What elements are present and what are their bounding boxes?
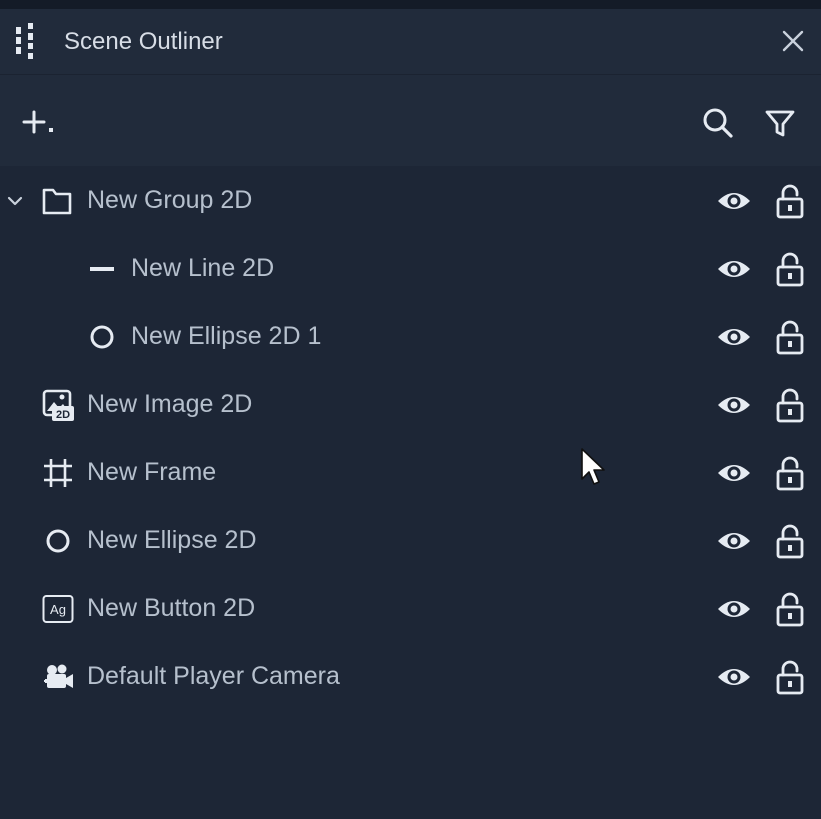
eye-icon[interactable]	[716, 185, 752, 217]
tree-row-new-ellipse-2d[interactable]: New Ellipse 2D	[0, 507, 821, 575]
tree-row-label: New Ellipse 2D	[87, 526, 257, 554]
eye-icon[interactable]	[716, 389, 752, 421]
tree-row-new-frame[interactable]: New Frame	[0, 439, 821, 507]
eye-icon[interactable]	[716, 457, 752, 489]
ellipse-icon	[90, 325, 114, 349]
add-dropdown-icon[interactable]	[20, 107, 60, 137]
search-icon[interactable]	[700, 105, 736, 141]
image-2d-badge: 2D	[56, 409, 70, 421]
panel-grip-icon[interactable]	[14, 23, 40, 59]
image-2d-icon: 2D	[42, 389, 74, 421]
tree-row-label: New Button 2D	[87, 594, 256, 622]
unlocked-icon[interactable]	[774, 387, 806, 423]
tree-row-default-player-camera[interactable]: Default Player Camera	[0, 643, 821, 711]
outliner-toolbar	[0, 74, 821, 166]
unlocked-icon[interactable]	[774, 591, 806, 627]
tree-row-label: New Line 2D	[131, 254, 275, 282]
camera-icon	[44, 664, 73, 688]
unlocked-icon[interactable]	[774, 455, 806, 491]
panel-title: Scene Outliner	[64, 28, 223, 55]
line-icon	[90, 267, 114, 271]
button-2d-icon: Ag	[42, 595, 74, 623]
filter-icon[interactable]	[762, 105, 798, 141]
tree-row-new-line-2d[interactable]: New Line 2D	[0, 235, 821, 303]
unlocked-icon[interactable]	[774, 319, 806, 355]
unlocked-icon[interactable]	[774, 659, 806, 695]
frame-icon	[44, 459, 72, 487]
unlocked-icon[interactable]	[774, 251, 806, 287]
tree-row-label: New Frame	[87, 458, 217, 486]
eye-icon[interactable]	[716, 253, 752, 285]
folder-icon	[42, 188, 72, 215]
tree-row-new-ellipse-2d-1[interactable]: New Ellipse 2D 1	[0, 303, 821, 371]
panel-title-bar: Scene Outliner	[0, 9, 821, 74]
window-top-strip	[0, 0, 821, 9]
chevron-down-icon[interactable]	[5, 191, 25, 211]
button-2d-badge: Ag	[50, 602, 66, 617]
tree-row-new-button-2d[interactable]: Ag New Button 2D	[0, 575, 821, 643]
eye-icon[interactable]	[716, 525, 752, 557]
tree-row-label: Default Player Camera	[87, 662, 340, 690]
unlocked-icon[interactable]	[774, 183, 806, 219]
unlocked-icon[interactable]	[774, 523, 806, 559]
tree-row-label: New Group 2D	[87, 186, 253, 214]
ellipse-icon	[46, 529, 70, 553]
tree-row-label: New Ellipse 2D 1	[131, 322, 322, 350]
tree-row-new-image-2d[interactable]: 2D New Image 2D	[0, 371, 821, 439]
eye-icon[interactable]	[716, 593, 752, 625]
tree-row-label: New Image 2D	[87, 390, 253, 418]
tree-row-new-group-2d[interactable]: New Group 2D	[0, 167, 821, 235]
eye-icon[interactable]	[716, 661, 752, 693]
close-icon[interactable]	[778, 26, 808, 56]
eye-icon[interactable]	[716, 321, 752, 353]
